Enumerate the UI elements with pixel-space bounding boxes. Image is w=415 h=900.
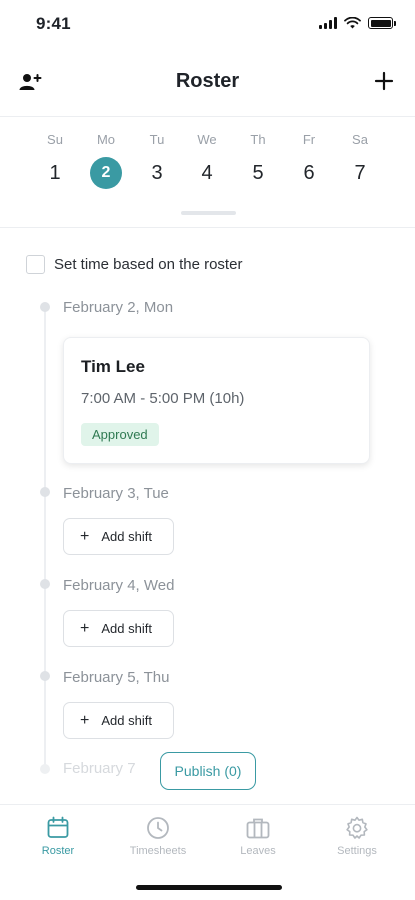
employee-name: Tim Lee — [81, 357, 145, 376]
publish-button[interactable]: Publish (0) — [160, 752, 256, 790]
drag-handle[interactable] — [181, 211, 236, 215]
tab-settings[interactable]: Settings — [317, 815, 397, 857]
day-number: 5 — [252, 162, 264, 184]
tab-roster[interactable]: Roster — [18, 815, 98, 857]
timeline-dot — [40, 302, 50, 312]
timeline-dot — [40, 764, 50, 774]
timeline-dot — [40, 579, 50, 589]
day-of-week-label: Tu — [149, 132, 165, 147]
status-bar: 9:41 — [0, 0, 415, 50]
plus-icon[interactable] — [371, 68, 397, 94]
day-number: 6 — [303, 162, 315, 184]
add-shift-label: Add shift — [101, 713, 152, 728]
timeline-dot — [40, 487, 50, 497]
roster-checkbox-label: Set time based on the roster — [54, 256, 243, 273]
date-label-faded: February 7 — [63, 760, 136, 777]
plus-icon: + — [80, 711, 90, 729]
date-label: February 5, Thu — [63, 669, 170, 686]
navigation-bar: Roster — [0, 58, 415, 106]
date-label: February 2, Mon — [63, 299, 174, 316]
tab-label: Settings — [337, 845, 377, 857]
add-shift-label: Add shift — [101, 529, 152, 544]
calendar-icon — [47, 816, 69, 838]
tab-label: Leaves — [240, 845, 276, 857]
plus-icon: + — [80, 527, 90, 545]
day-of-week-label: Mo — [96, 132, 116, 147]
date-label: February 3, Tue — [63, 485, 169, 502]
clock-icon — [147, 817, 169, 839]
day-tuesday[interactable]: Tu 3 — [132, 117, 182, 189]
roster-time-option[interactable]: Set time based on the roster — [26, 255, 242, 274]
day-of-week-label: Sa — [352, 132, 368, 147]
day-monday-selected[interactable]: Mo 2 — [81, 117, 131, 189]
day-friday[interactable]: Fr 6 — [284, 117, 334, 189]
status-icons — [319, 17, 396, 29]
day-number: 1 — [49, 162, 61, 184]
tab-label: Timesheets — [129, 845, 187, 857]
day-of-week-label: We — [197, 132, 217, 147]
wifi-icon — [344, 17, 361, 29]
page-title: Roster — [175, 70, 240, 92]
battery-icon — [368, 17, 396, 29]
status-badge: Approved — [81, 423, 159, 446]
day-number: 4 — [201, 162, 213, 184]
day-number: 7 — [354, 162, 366, 184]
timeline-dot — [40, 671, 50, 681]
cellular-signal-icon — [319, 17, 337, 29]
status-time: 9:41 — [36, 14, 71, 33]
tab-label: Roster — [41, 845, 75, 857]
shift-card[interactable]: Tim Lee 7:00 AM - 5:00 PM (10h) Approved — [63, 337, 370, 464]
tab-timesheets[interactable]: Timesheets — [118, 815, 198, 857]
plus-icon: + — [80, 619, 90, 637]
day-of-week-label: Th — [250, 132, 266, 147]
tab-bar: Roster Timesheets Leaves Settings — [0, 804, 415, 900]
tab-leaves[interactable]: Leaves — [218, 815, 298, 857]
day-number: 3 — [151, 162, 163, 184]
roster-checkbox[interactable] — [26, 255, 45, 274]
day-of-week-label: Su — [47, 132, 63, 147]
add-shift-button[interactable]: + Add shift — [63, 518, 174, 555]
day-sunday[interactable]: Su 1 — [30, 117, 80, 189]
add-shift-button[interactable]: + Add shift — [63, 610, 174, 647]
home-indicator — [136, 885, 282, 890]
week-calendar-strip: Su 1 Mo 2 Tu 3 We 4 Th 5 Fr 6 Sa 7 — [0, 116, 415, 228]
day-wednesday[interactable]: We 4 — [182, 117, 232, 189]
date-label: February 4, Wed — [63, 577, 175, 594]
briefcase-icon — [246, 818, 270, 839]
add-shift-button[interactable]: + Add shift — [63, 702, 174, 739]
day-saturday[interactable]: Sa 7 — [335, 117, 385, 189]
day-thursday[interactable]: Th 5 — [233, 117, 283, 189]
add-shift-label: Add shift — [101, 621, 152, 636]
timeline-line — [44, 308, 46, 766]
day-number: 2 — [90, 157, 122, 189]
shift-hours: 7:00 AM - 5:00 PM (10h) — [81, 390, 245, 407]
gear-icon — [346, 816, 368, 839]
day-of-week-label: Fr — [302, 132, 316, 147]
